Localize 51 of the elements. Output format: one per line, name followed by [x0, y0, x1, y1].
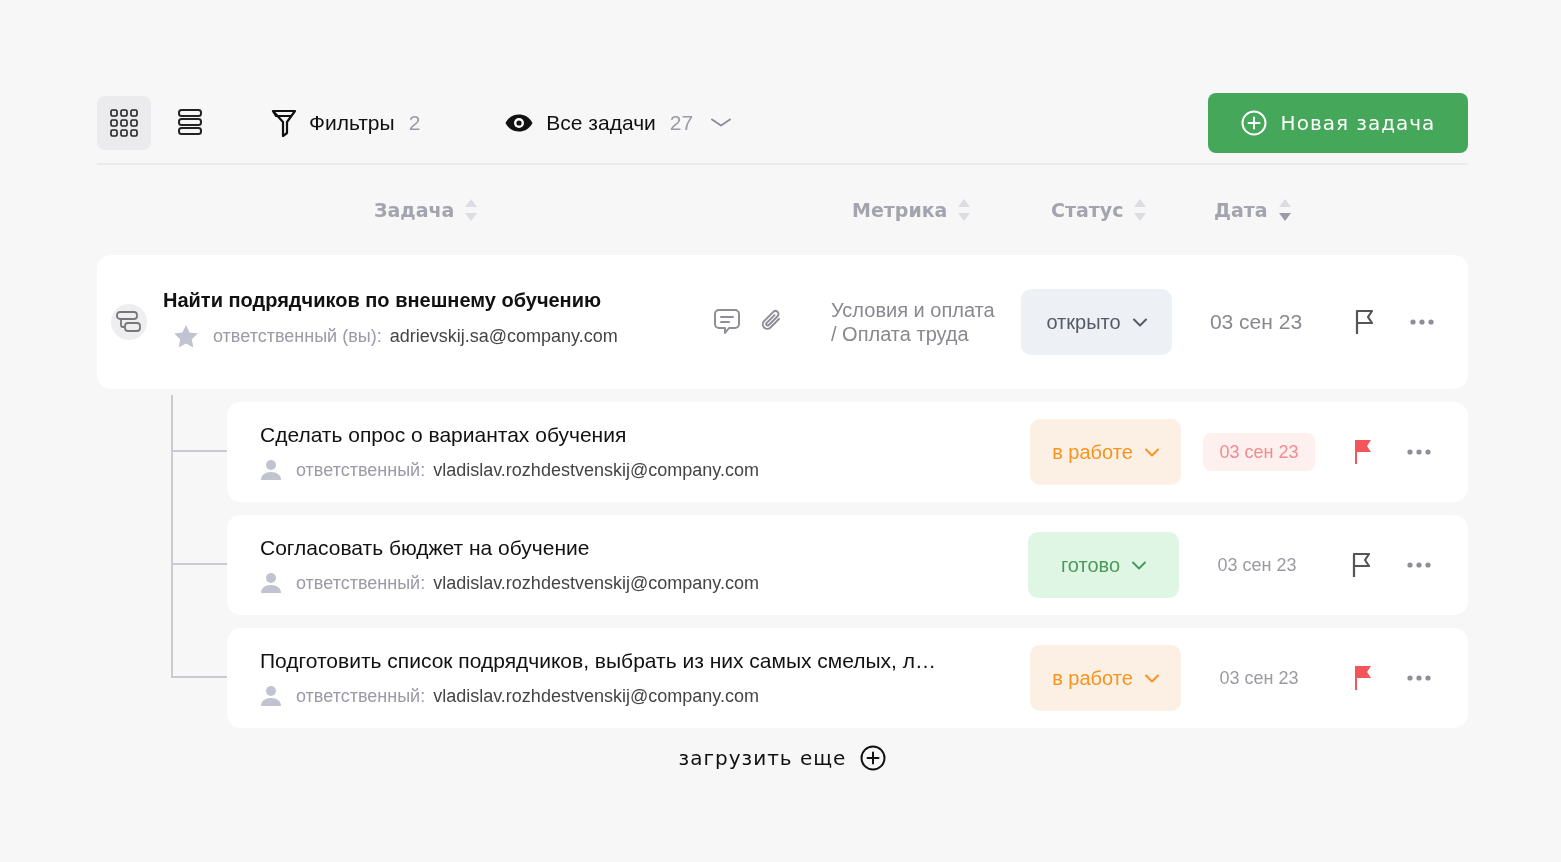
plus-circle-icon: [860, 745, 887, 771]
more-icon: [1407, 449, 1431, 455]
filters-button[interactable]: Фильтры 2: [271, 108, 421, 137]
view-toggle-button[interactable]: [97, 95, 151, 150]
assignee-label: ответственный (вы):: [213, 326, 382, 347]
flag-button[interactable]: [1351, 552, 1373, 578]
more-button[interactable]: [1410, 319, 1434, 325]
due-date: 03 сен 23: [1208, 309, 1304, 335]
plus-circle-icon: [1240, 109, 1267, 136]
due-date: 03 сен 23: [1203, 433, 1315, 471]
subtask-title[interactable]: Подготовить список подрядчиков, выбрать из них самых смелых, л…: [260, 649, 1030, 673]
more-icon: [1407, 562, 1431, 568]
assignee-label: ответственный:: [296, 572, 426, 594]
comments-button[interactable]: [713, 308, 741, 336]
metric-text: Условия и оплата / Оплата труда: [831, 298, 996, 346]
subtasks-icon: [116, 311, 142, 333]
chevron-down-icon: [1132, 560, 1147, 570]
flag-button[interactable]: [1353, 665, 1373, 691]
funnel-icon: [271, 108, 297, 137]
subtask-title[interactable]: Согласовать бюджет на обучение: [260, 536, 1028, 560]
chevron-down-icon: [1132, 317, 1147, 327]
assignee-label: ответственный:: [296, 459, 426, 481]
more-button[interactable]: [1407, 675, 1431, 681]
more-button[interactable]: [1407, 449, 1431, 455]
person-icon: [260, 685, 282, 707]
grid-view-icon: [110, 108, 138, 137]
flag-button[interactable]: [1353, 439, 1373, 465]
assignee-email: vladislav.rozhdestvenskij@company.com: [433, 685, 759, 707]
chevron-down-icon: [1144, 673, 1159, 683]
comment-icon: [713, 308, 741, 336]
due-date: 03 сен 23: [1218, 666, 1300, 690]
load-more-button[interactable]: загрузить еще: [672, 744, 893, 772]
view-dropdown[interactable]: Все задачи 27: [504, 110, 732, 135]
subtask-title[interactable]: Сделать опрос о вариантах обучения: [260, 423, 1030, 447]
more-icon: [1407, 675, 1431, 681]
assignee-label: ответственный:: [296, 685, 426, 707]
list-view-icon: [178, 109, 202, 136]
task-title[interactable]: Найти подрядчиков по внешнему обучению: [163, 289, 713, 312]
eye-icon: [504, 112, 535, 133]
assignee-email: vladislav.rozhdestvenskij@company.com: [433, 572, 759, 594]
chevron-down-icon: [711, 118, 732, 127]
chevron-down-icon: [1144, 447, 1159, 457]
more-icon: [1410, 319, 1434, 325]
more-button[interactable]: [1407, 562, 1431, 568]
assignee-email: adrievskij.sa@company.com: [389, 326, 618, 347]
status-dropdown[interactable]: открыто: [1021, 289, 1172, 355]
due-date: 03 сен 23: [1216, 553, 1298, 577]
person-icon: [260, 572, 282, 594]
person-icon: [260, 459, 282, 481]
flag-button[interactable]: [1354, 309, 1376, 335]
assignee-email: vladislav.rozhdestvenskij@company.com: [433, 459, 759, 481]
